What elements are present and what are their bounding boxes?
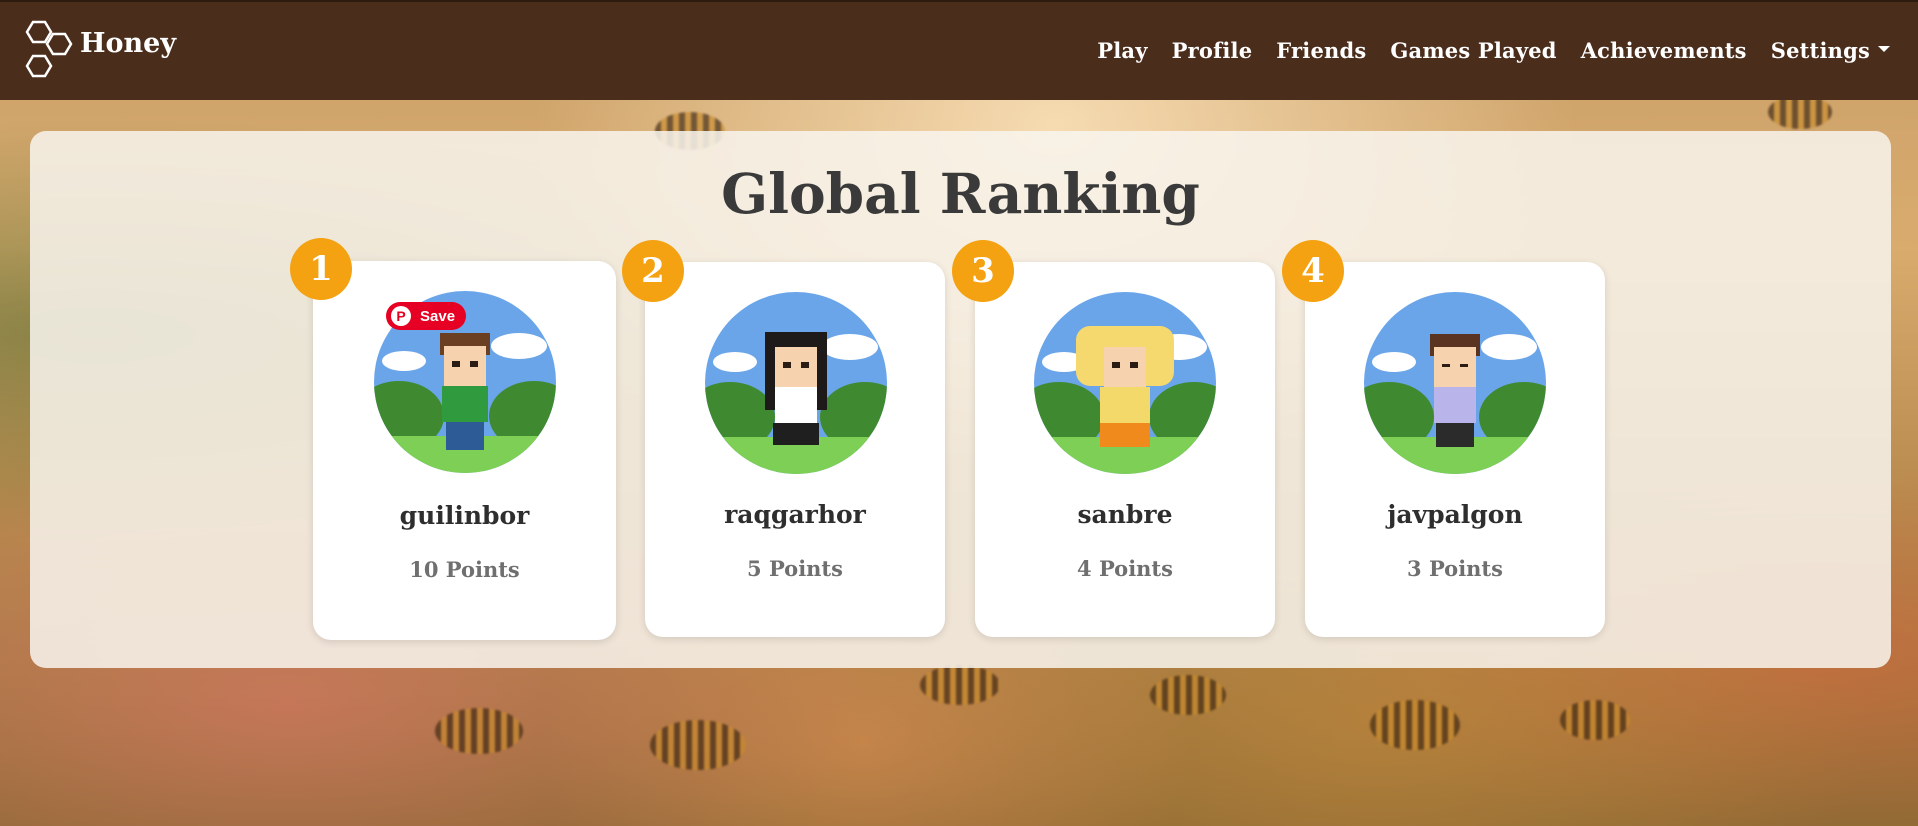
chevron-down-icon (1878, 45, 1890, 52)
ranking-card[interactable]: javpalgon 3 Points (1305, 262, 1605, 637)
username: raqgarhor (724, 500, 866, 529)
rank-badge: 1 (290, 238, 352, 300)
points: 5 Points (747, 556, 843, 581)
points: 3 Points (1407, 556, 1503, 581)
rank-badge: 2 (622, 240, 684, 302)
nav-links: Play Profile Friends Games Played Achiev… (1097, 38, 1890, 63)
pinterest-save-button[interactable]: P Save (386, 302, 466, 330)
ranking-card[interactable]: raqgarhor 5 Points (645, 262, 945, 637)
ranking-card[interactable]: sanbre 4 Points (975, 262, 1275, 637)
pinterest-icon: P (391, 306, 411, 326)
honeycomb-icon (18, 20, 78, 82)
ranking-panel: Global Ranking (30, 131, 1891, 668)
nav-achievements[interactable]: Achievements (1581, 38, 1747, 63)
nav-profile[interactable]: Profile (1172, 38, 1253, 63)
points: 10 Points (409, 557, 520, 582)
points: 4 Points (1077, 556, 1173, 581)
username: guilinbor (399, 501, 530, 530)
nav-friends[interactable]: Friends (1276, 38, 1366, 63)
rank-badge: 4 (1282, 240, 1344, 302)
nav-settings-dropdown[interactable]: Settings (1771, 38, 1890, 63)
rank-badge: 3 (952, 240, 1014, 302)
avatar (1364, 292, 1546, 474)
page-title: Global Ranking (721, 161, 1200, 226)
brand[interactable]: Honey (18, 20, 176, 82)
username: javpalgon (1387, 500, 1523, 529)
username: sanbre (1077, 500, 1173, 529)
top-navbar: Honey Play Profile Friends Games Played … (0, 0, 1918, 100)
brand-name: Honey (80, 27, 177, 59)
nav-play[interactable]: Play (1097, 38, 1147, 63)
avatar (705, 292, 887, 474)
pinterest-save-label: Save (420, 307, 456, 325)
nav-settings-label: Settings (1770, 38, 1870, 63)
nav-games-played[interactable]: Games Played (1390, 38, 1556, 63)
avatar (1034, 292, 1216, 474)
